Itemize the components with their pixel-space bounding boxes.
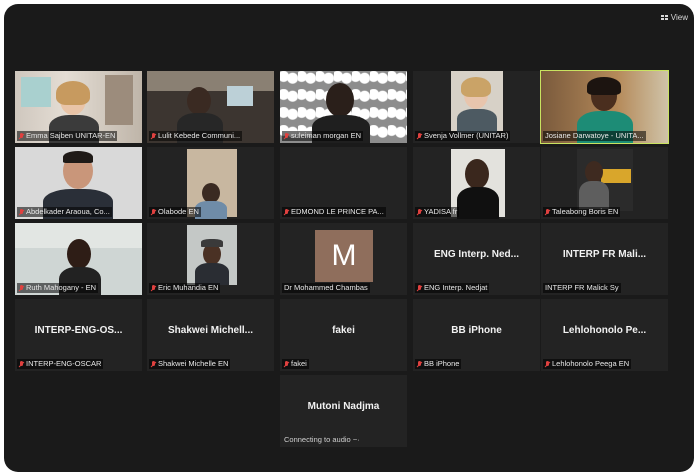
participant-tile[interactable]: Mutoni Nadjma Connecting to audio ~· [280,375,407,447]
participant-name: Emma Sajben UNITAR-EN [17,131,118,141]
muted-mic-icon [545,360,550,368]
muted-mic-icon [545,208,550,216]
participant-tile-active-speaker[interactable]: Josiane Darwatoye - UNITA... [540,70,669,144]
participant-name: Ruth Mahogany - EN [17,283,99,293]
participant-tile[interactable]: EDMOND LE PRINCE PA... [280,147,407,219]
muted-mic-icon [19,208,24,216]
participant-tile[interactable]: Lulit Kebede Communi... [147,71,274,143]
participant-tile[interactable]: Taleabong Boris EN [541,147,668,219]
muted-mic-icon [417,208,422,216]
muted-mic-icon [19,360,24,368]
muted-mic-icon [19,284,24,292]
participant-display-name: ENG Interp. Ned... [433,249,519,260]
participant-name: INTERP-ENG-OSCAR [17,359,104,369]
participant-name: YADISA fr [415,207,460,217]
muted-mic-icon [284,208,289,216]
participant-tile[interactable]: INTERP FR Mali... INTERP FR Malick Sy [541,223,668,295]
participant-display-name: BB iPhone [451,325,502,336]
muted-mic-icon [284,132,289,140]
connecting-audio-status: Connecting to audio ~· [284,435,360,444]
muted-mic-icon [151,208,156,216]
participant-name: Eric Muhandia EN [149,283,221,293]
participant-display-name: Lehlohonolo Pe... [562,325,647,336]
participant-name: EDMOND LE PRINCE PA... [282,207,386,217]
participant-display-name: fakei [332,325,355,336]
view-button[interactable]: View [660,13,688,22]
participant-name: INTERP FR Malick Sy [543,283,621,293]
participant-name: Josiane Darwatoye - UNITA... [543,131,646,141]
muted-mic-icon [417,284,422,292]
participant-tile[interactable]: INTERP-ENG-OS... INTERP-ENG-OSCAR [15,299,142,371]
participant-name: Taleabong Boris EN [543,207,621,217]
participant-name: Svenja Vollmer (UNITAR) [415,131,511,141]
audio-loading-icon: ~· [352,435,360,444]
muted-mic-icon [151,132,156,140]
muted-mic-icon [284,360,289,368]
participant-name: Shakwei Michelle EN [149,359,231,369]
participant-display-name: INTERP FR Mali... [562,249,647,260]
participant-name: fakei [282,359,309,369]
participant-tile[interactable]: Olabode EN [147,147,274,219]
view-label: View [670,13,688,22]
participant-display-name: Mutoni Nadjma [307,401,380,412]
participant-name: ENG Interp. Nedjat [415,283,490,293]
participant-tile[interactable]: suleiman morgan EN [280,71,407,143]
participant-tile[interactable]: Abdelkader Araoua, Co... [15,147,142,219]
participant-name: Olabode EN [149,207,201,217]
participant-tile[interactable]: Svenja Vollmer (UNITAR) [413,71,540,143]
muted-mic-icon [151,360,156,368]
meeting-window: View Emma Sajben UNITAR-EN Lulit Kebede … [4,4,694,472]
participant-tile[interactable]: fakei fakei [280,299,407,371]
participant-tile[interactable]: YADISA fr [413,147,540,219]
participant-name: Lehlohonolo Peega EN [543,359,632,369]
participant-display-name: Shakwei Michell... [167,325,254,336]
muted-mic-icon [151,284,156,292]
muted-mic-icon [19,132,24,140]
participant-name: Lulit Kebede Communi... [149,131,243,141]
muted-mic-icon [417,132,422,140]
participant-tile[interactable]: Eric Muhandia EN [147,223,274,295]
participant-name: Abdelkader Araoua, Co... [17,207,112,217]
participant-display-name: INTERP-ENG-OS... [34,325,123,336]
muted-mic-icon [417,360,422,368]
participant-tile[interactable]: ENG Interp. Ned... ENG Interp. Nedjat [413,223,540,295]
participant-tile[interactable]: Ruth Mahogany - EN [15,223,142,295]
participant-tile[interactable]: Lehlohonolo Pe... Lehlohonolo Peega EN [541,299,668,371]
participant-tile[interactable]: M Dr Mohammed Chambas [280,223,407,295]
participant-name: suleiman morgan EN [282,131,364,141]
gallery-view-icon [660,15,668,20]
participant-name: Dr Mohammed Chambas [282,283,370,293]
participant-tile[interactable]: Shakwei Michell... Shakwei Michelle EN [147,299,274,371]
participant-avatar: M [315,230,373,282]
participant-tile[interactable]: Emma Sajben UNITAR-EN [15,71,142,143]
participant-tile[interactable]: BB iPhone BB iPhone [413,299,540,371]
participant-name: BB iPhone [415,359,462,369]
